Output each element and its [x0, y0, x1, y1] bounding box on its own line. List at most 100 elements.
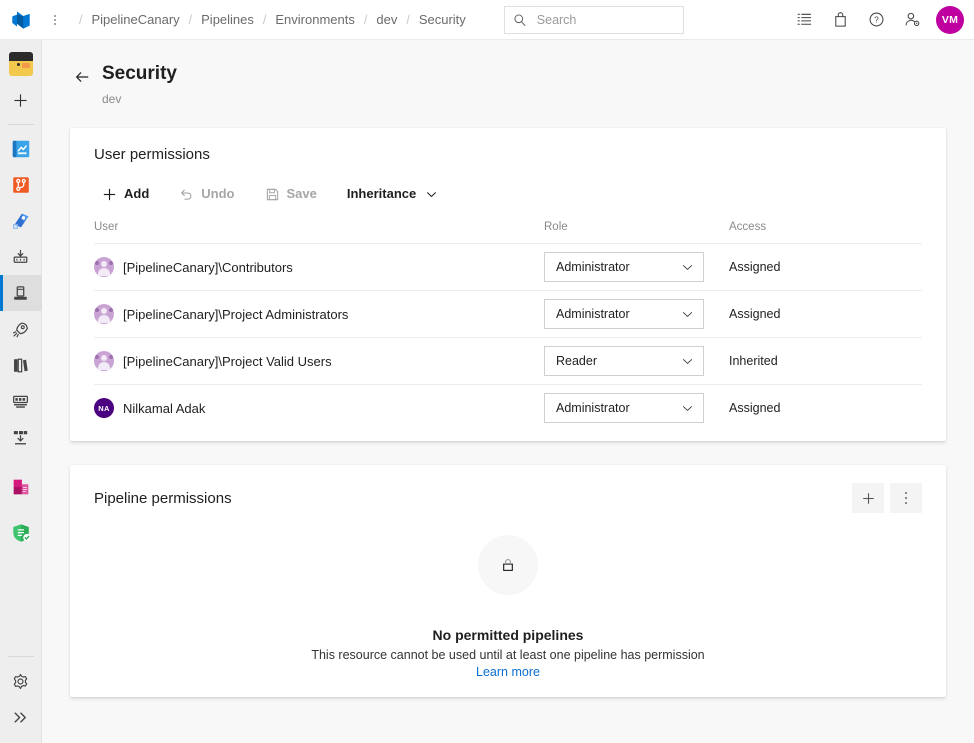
breadcrumb-item-pipelines[interactable]: Pipelines: [201, 0, 254, 40]
sidebar-item-environments[interactable]: [0, 275, 42, 311]
boards-icon[interactable]: [0, 131, 42, 167]
pipelines-icon[interactable]: [0, 203, 42, 239]
repos-icon[interactable]: [0, 167, 42, 203]
help-question-icon[interactable]: ?: [858, 2, 894, 38]
main-content: Security dev User permissions Add Undo S…: [42, 40, 974, 743]
project-avatar-image: [8, 52, 33, 76]
role-value: Administrator: [556, 260, 630, 274]
releases-icon[interactable]: [0, 239, 42, 275]
pipeline-more-options-button[interactable]: [890, 483, 922, 513]
role-cell: Administrator: [544, 291, 729, 338]
access-value: Inherited: [729, 354, 778, 368]
save-floppy-icon: [266, 188, 278, 200]
breadcrumb: / PipelineCanary / Pipelines / Environme…: [68, 0, 466, 40]
group-avatar-icon: [94, 304, 114, 324]
save-button[interactable]: Save: [257, 178, 325, 210]
deployment-rocket-icon[interactable]: [0, 311, 42, 347]
breadcrumb-item-organization[interactable]: PipelineCanary: [91, 0, 179, 40]
access-value: Assigned: [729, 260, 781, 274]
role-dropdown[interactable]: Administrator: [544, 299, 704, 329]
breadcrumb-separator: /: [79, 12, 83, 27]
breadcrumb-item-dev[interactable]: dev: [376, 0, 397, 40]
empty-state-title: No permitted pipelines: [432, 627, 584, 643]
user-settings-icon[interactable]: [894, 2, 930, 38]
search-input[interactable]: [534, 11, 675, 28]
role-cell: Administrator: [544, 244, 729, 291]
library-icon[interactable]: [0, 347, 42, 383]
add-pipeline-button[interactable]: [852, 483, 884, 513]
pipeline-permissions-actions: [852, 483, 922, 513]
marketplace-bag-icon[interactable]: [822, 2, 858, 38]
avatar[interactable]: VM: [936, 5, 964, 34]
back-arrow-icon[interactable]: [70, 65, 94, 89]
breadcrumb-item-security[interactable]: Security: [419, 0, 466, 40]
access-cell: Inherited: [729, 338, 922, 385]
search-box[interactable]: [503, 5, 684, 34]
chevron-down-icon: [427, 191, 437, 197]
deployment-groups-icon[interactable]: [0, 419, 42, 455]
role-dropdown[interactable]: Administrator: [544, 393, 704, 424]
plus-icon: [862, 492, 874, 504]
access-cell: Assigned: [729, 385, 922, 432]
role-dropdown[interactable]: Reader: [544, 346, 704, 376]
user-avatar: NA: [94, 398, 114, 419]
project-avatar[interactable]: [0, 46, 42, 82]
environments-icon: [14, 285, 27, 300]
save-button-label: Save: [286, 186, 317, 201]
access-value: Assigned: [729, 307, 781, 321]
role-cell: Administrator: [544, 385, 729, 432]
access-value: Assigned: [729, 401, 781, 416]
project-settings-gear-icon[interactable]: [0, 663, 42, 699]
page-subtitle: dev: [102, 92, 122, 106]
undo-button[interactable]: Undo: [171, 178, 242, 210]
add-button[interactable]: Add: [94, 178, 157, 210]
pipeline-permissions-empty-state: No permitted pipelines This resource can…: [94, 513, 922, 721]
global-menu-button[interactable]: [42, 0, 68, 40]
top-navigation-bar: / PipelineCanary / Pipelines / Environme…: [0, 0, 974, 40]
user-cell: [PipelineCanary]\Project Administrators: [94, 291, 544, 338]
access-cell: Assigned: [729, 244, 922, 291]
task-groups-icon[interactable]: [0, 383, 42, 419]
table-row[interactable]: NA Nilkamal Adak Administrator Assigned: [94, 384, 922, 432]
test-plans-icon[interactable]: [0, 469, 42, 505]
inheritance-dropdown[interactable]: Inheritance: [339, 178, 446, 210]
empty-state-description: This resource cannot be used until at le…: [311, 648, 705, 662]
azure-devops-logo[interactable]: [0, 0, 42, 40]
access-cell: Assigned: [729, 291, 922, 338]
expand-chevrons-icon[interactable]: [0, 699, 42, 735]
pipeline-permissions-title: Pipeline permissions: [94, 489, 232, 507]
column-header-access: Access: [729, 221, 767, 233]
user-cell: [PipelineCanary]\Project Valid Users: [94, 338, 544, 385]
work-items-icon[interactable]: [786, 2, 822, 38]
group-avatar-icon: [94, 351, 114, 371]
create-new-icon[interactable]: [0, 82, 42, 118]
artifacts-icon[interactable]: [0, 515, 42, 551]
breadcrumb-item-environments[interactable]: Environments: [275, 0, 354, 40]
user-permissions-toolbar: Add Undo Save Inheritance: [94, 177, 922, 211]
user-permissions-table: User Role Access [PipelineCanary]\Contri…: [94, 221, 922, 432]
lock-icon: [503, 558, 513, 571]
role-value: Reader: [556, 354, 597, 368]
chevron-down-icon: [682, 405, 693, 411]
rail-divider-bottom: [7, 656, 34, 657]
search-icon: [514, 13, 526, 26]
column-header-role: Role: [544, 221, 568, 233]
breadcrumb-separator: /: [406, 12, 410, 27]
inheritance-label: Inheritance: [346, 186, 417, 201]
table-row[interactable]: [PipelineCanary]\Contributors Administra…: [94, 243, 922, 291]
vertical-ellipsis-icon: [54, 14, 56, 25]
empty-state-icon-circle: [478, 535, 538, 595]
breadcrumb-separator: /: [363, 12, 368, 27]
user-permissions-card: User permissions Add Undo Save Inheritan…: [70, 128, 946, 441]
role-dropdown[interactable]: Administrator: [544, 252, 704, 282]
breadcrumb-separator: /: [188, 12, 193, 27]
page-title: Security: [102, 63, 177, 84]
chevron-down-icon: [682, 358, 693, 364]
role-cell: Reader: [544, 338, 729, 385]
learn-more-link[interactable]: Learn more: [476, 665, 540, 679]
pipeline-permissions-card: Pipeline permissions No permitted pipeli…: [70, 465, 946, 697]
user-name: [PipelineCanary]\Project Administrators: [123, 306, 349, 322]
chevron-down-icon: [682, 264, 693, 270]
table-row[interactable]: [PipelineCanary]\Project Administrators …: [94, 290, 922, 338]
table-row[interactable]: [PipelineCanary]\Project Valid Users Rea…: [94, 337, 922, 385]
